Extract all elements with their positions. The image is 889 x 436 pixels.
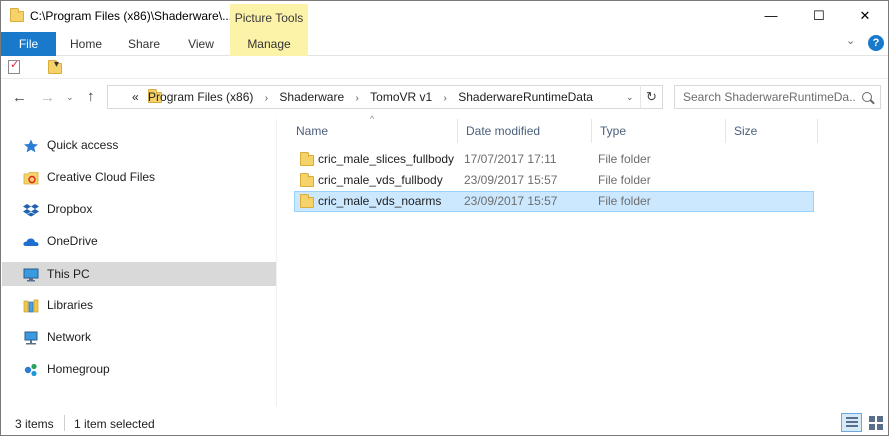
libraries-icon bbox=[23, 298, 39, 313]
sidebar-item-this-pc[interactable]: This PC bbox=[2, 262, 277, 286]
breadcrumb-separator-icon[interactable]: › bbox=[444, 93, 447, 104]
customize-toolbar-dropdown-icon[interactable]: ▾ bbox=[54, 59, 59, 70]
breadcrumb: « Program Files (x86) › Shaderware › Tom… bbox=[132, 90, 593, 104]
breadcrumb-overflow[interactable]: « bbox=[132, 90, 139, 104]
breadcrumb-separator-icon[interactable]: › bbox=[265, 93, 268, 104]
breadcrumb-separator-icon[interactable]: › bbox=[355, 93, 358, 104]
forward-arrow-icon[interactable]: → bbox=[40, 89, 55, 106]
expand-ribbon-chevron-icon[interactable]: ⌄ bbox=[846, 34, 855, 47]
folder-icon bbox=[300, 152, 314, 166]
status-selection-count: 1 item selected bbox=[74, 417, 155, 431]
picture-tools-context-label: Picture Tools bbox=[230, 4, 308, 32]
computer-icon bbox=[23, 266, 39, 282]
tab-view[interactable]: View bbox=[176, 32, 226, 56]
up-arrow-icon[interactable]: ↑ bbox=[87, 88, 95, 105]
breadcrumb-item[interactable]: Shaderware bbox=[279, 90, 344, 104]
breadcrumb-item[interactable]: Program Files (x86) bbox=[148, 90, 253, 104]
column-header-row: Name Date modified Type Size bbox=[288, 119, 818, 143]
file-name: cric_male_vds_fullbody bbox=[318, 173, 443, 187]
folder-icon bbox=[300, 194, 314, 208]
sidebar-item-dropbox[interactable]: Dropbox bbox=[2, 198, 277, 220]
file-type: File folder bbox=[598, 152, 651, 166]
network-icon bbox=[23, 330, 39, 345]
quick-access-toolbar bbox=[1, 57, 888, 79]
file-name: cric_male_vds_noarms bbox=[318, 194, 442, 208]
file-name: cric_male_slices_fullbody bbox=[318, 152, 455, 166]
sidebar-item-network[interactable]: Network bbox=[2, 326, 277, 348]
tab-manage[interactable]: Manage bbox=[230, 32, 308, 56]
file-date-modified: 17/07/2017 17:11 bbox=[464, 152, 557, 166]
properties-icon[interactable] bbox=[8, 58, 20, 74]
tab-file[interactable]: File bbox=[1, 32, 56, 56]
table-row[interactable]: cric_male_vds_fullbody 23/09/2017 15:57 … bbox=[294, 170, 814, 191]
close-button[interactable]: ✕ bbox=[842, 0, 888, 31]
table-row[interactable]: cric_male_slices_fullbody 17/07/2017 17:… bbox=[294, 149, 814, 170]
pane-divider[interactable] bbox=[276, 119, 277, 406]
file-date-modified: 23/09/2017 15:57 bbox=[464, 194, 558, 208]
status-divider bbox=[64, 415, 65, 431]
file-type: File folder bbox=[598, 194, 651, 208]
column-header-size[interactable]: Size bbox=[726, 119, 818, 143]
search-input[interactable]: Search ShaderwareRuntimeDa... bbox=[681, 90, 856, 104]
window-title: C:\Program Files (x86)\Shaderware\... bbox=[30, 9, 233, 23]
back-arrow-icon[interactable]: ← bbox=[12, 89, 27, 106]
table-row[interactable]: cric_male_vds_noarms 23/09/2017 15:57 Fi… bbox=[294, 191, 814, 212]
breadcrumb-item[interactable]: TomoVR v1 bbox=[370, 90, 432, 104]
sidebar-item-libraries[interactable]: Libraries bbox=[2, 294, 277, 316]
address-dropdown-icon[interactable]: ⌄ bbox=[626, 92, 634, 103]
onedrive-icon bbox=[23, 234, 39, 248]
navigation-pane: Quick access Creative Cloud Files Dropbo… bbox=[1, 119, 277, 406]
dropbox-icon bbox=[23, 202, 39, 217]
column-header-name[interactable]: Name bbox=[288, 119, 458, 143]
breadcrumb-item[interactable]: ShaderwareRuntimeData bbox=[458, 90, 593, 104]
homegroup-icon bbox=[23, 362, 39, 377]
search-icon[interactable] bbox=[862, 92, 872, 102]
recent-locations-chevron-icon[interactable]: ⌄ bbox=[66, 92, 74, 103]
details-view-icon[interactable] bbox=[841, 413, 862, 432]
file-type: File folder bbox=[598, 173, 651, 187]
large-icons-view-icon[interactable] bbox=[866, 413, 885, 432]
column-header-type[interactable]: Type bbox=[592, 119, 726, 143]
refresh-icon[interactable]: ↻ bbox=[640, 85, 662, 109]
sidebar-item-quick-access[interactable]: Quick access bbox=[2, 134, 277, 156]
folder-icon bbox=[10, 8, 24, 22]
creative-cloud-icon bbox=[23, 170, 39, 185]
folder-icon bbox=[300, 173, 314, 187]
column-header-date-modified[interactable]: Date modified bbox=[458, 119, 592, 143]
sidebar-item-homegroup[interactable]: Homegroup bbox=[2, 358, 277, 380]
sidebar-item-creative-cloud-files[interactable]: Creative Cloud Files bbox=[2, 166, 277, 188]
minimize-button[interactable]: — bbox=[748, 0, 794, 31]
sidebar-item-onedrive[interactable]: OneDrive bbox=[2, 230, 277, 252]
maximize-button[interactable]: ☐ bbox=[796, 0, 842, 31]
star-icon bbox=[23, 138, 39, 153]
help-icon[interactable]: ? bbox=[868, 35, 884, 51]
status-item-count: 3 items bbox=[15, 417, 54, 431]
tab-share[interactable]: Share bbox=[118, 32, 170, 56]
tab-home[interactable]: Home bbox=[60, 32, 112, 56]
file-date-modified: 23/09/2017 15:57 bbox=[464, 173, 558, 187]
